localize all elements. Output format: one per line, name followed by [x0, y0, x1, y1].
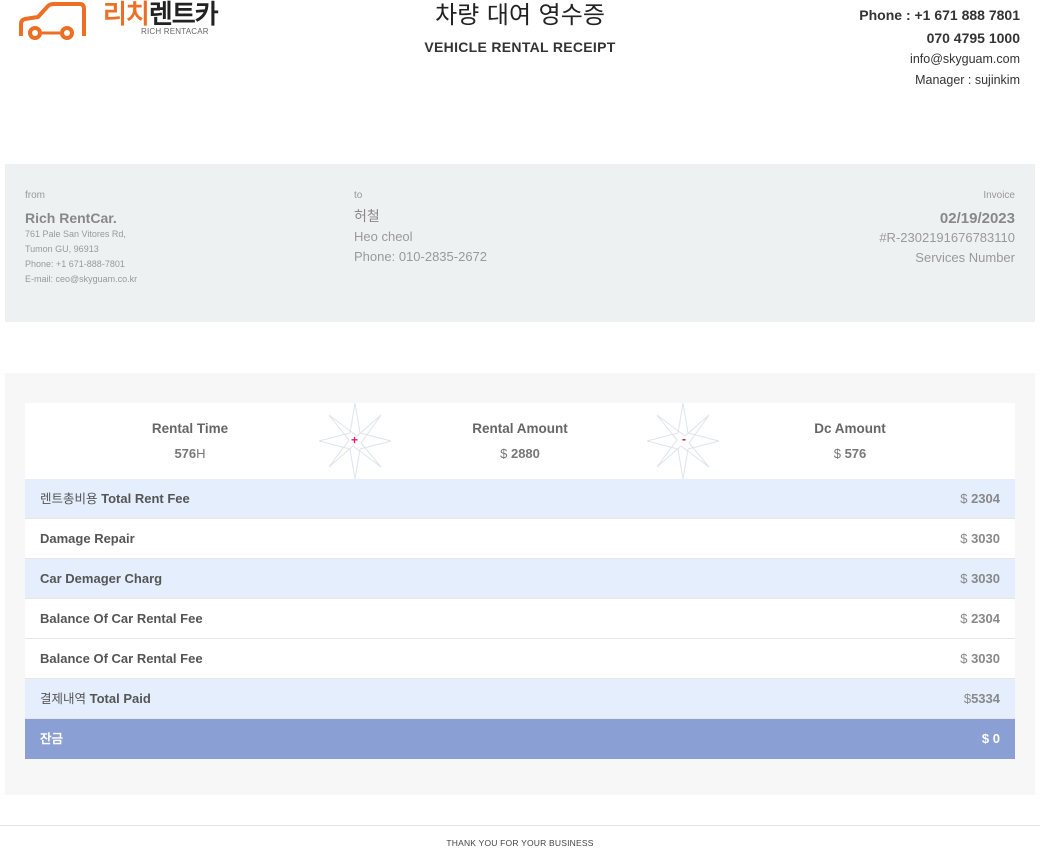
- row-label-english: Balance Of Car Rental Fee: [40, 651, 203, 666]
- contact-info: Phone : +1 671 888 7801 070 4795 1000 in…: [859, 6, 1020, 88]
- to-section: to 허철 Heo cheol Phone: 010-2835-2672: [354, 190, 487, 267]
- from-address-line1: 761 Pale San Vitores Rd,: [25, 229, 126, 239]
- table-row-car-damage-charge: Car Demager Charg $ 3030: [25, 559, 1015, 599]
- car-logo-icon: [19, 2, 86, 40]
- row-value: $ 3030: [960, 571, 1000, 587]
- from-address-line2: Tumon GU, 96913: [25, 244, 99, 254]
- row-value: $5334: [964, 691, 1000, 707]
- row-amount: 3030: [971, 651, 1000, 666]
- rental-amount-stat: Rental Amount $ 2880: [400, 421, 640, 462]
- row-label: 렌트총비용 Total Rent Fee: [40, 491, 190, 507]
- summary-card: Rental Time 576H + Rental Amount $ 2880 …: [25, 403, 1015, 479]
- row-amount: 3030: [971, 531, 1000, 546]
- dc-amount-currency: $: [833, 446, 841, 461]
- row-amount: 0: [992, 731, 1000, 746]
- invoice-number: #R-2302191676783110: [879, 230, 1015, 245]
- from-section: from Rich RentCar. 761 Pale San Vitores …: [25, 190, 137, 287]
- dc-amount-label: Dc Amount: [814, 421, 886, 436]
- row-amount: 3030: [971, 571, 1000, 586]
- row-value: $ 2304: [960, 611, 1000, 627]
- invoice-section: Invoice 02/19/2023 #R-2302191676783110 S…: [879, 190, 1015, 268]
- row-label: Balance Of Car Rental Fee: [40, 651, 203, 667]
- plus-sign: +: [351, 433, 359, 447]
- table-row-total-paid: 결제내역 Total Paid $5334: [25, 679, 1015, 719]
- invoice-services-label: Services Number: [915, 250, 1015, 265]
- invoice-date: 02/19/2023: [939, 210, 1015, 227]
- row-amount: 2304: [971, 491, 1000, 506]
- row-amount: 5334: [971, 691, 1000, 706]
- minus-sign: -: [682, 432, 686, 446]
- table-row-balance-due: 잔금 $ 0: [25, 719, 1015, 759]
- row-label: 잔금: [40, 731, 63, 747]
- row-currency: $: [981, 731, 990, 746]
- row-label-english: Car Demager Charg: [40, 571, 163, 586]
- footer-divider: [0, 825, 1040, 826]
- table-row-damage-repair: Damage Repair $ 3030: [25, 519, 1015, 559]
- rental-amount-value: $ 2880: [400, 446, 640, 462]
- row-value: $ 2304: [960, 491, 1000, 507]
- rental-time-stat: Rental Time 576H: [70, 421, 310, 462]
- dc-amount-number: 576: [844, 446, 867, 461]
- row-label: Damage Repair: [40, 531, 135, 547]
- dc-amount-stat: Dc Amount $ 576: [730, 421, 970, 462]
- rental-time-value: 576H: [70, 446, 310, 462]
- to-label: to: [354, 190, 363, 201]
- table-row-balance-rental-fee: Balance Of Car Rental Fee $ 2304: [25, 599, 1015, 639]
- rental-summary: Rental Time 576H + Rental Amount $ 2880 …: [5, 373, 1035, 795]
- receipt-title: 차량 대여 영수증 VEHICLE RENTAL RECEIPT: [320, 0, 720, 55]
- row-label-english: Total Rent Fee: [101, 491, 190, 506]
- row-value: $ 3030: [960, 531, 1000, 547]
- dc-amount-value: $ 576: [730, 446, 970, 462]
- to-phone: Phone: 010-2835-2672: [354, 249, 488, 264]
- rental-amount-number: 2880: [510, 446, 540, 461]
- row-currency: $: [960, 611, 968, 626]
- row-value: $ 0: [982, 731, 1000, 747]
- logo-text-colored: 리치: [103, 0, 150, 30]
- table-row-total-rent-fee: 렌트총비용 Total Rent Fee $ 2304: [25, 479, 1015, 519]
- row-label-english: Damage Repair: [40, 531, 135, 546]
- fee-table: 렌트총비용 Total Rent Fee $ 2304 Damage Repai…: [25, 479, 1015, 759]
- title-korean: 차량 대여 영수증: [435, 1, 605, 29]
- to-name-english: Heo cheol: [354, 229, 413, 244]
- row-label-korean: 잔금: [40, 731, 64, 746]
- table-row-balance-rental-fee: Balance Of Car Rental Fee $ 3030: [25, 639, 1015, 679]
- row-label-korean: 렌트총비용: [40, 491, 98, 506]
- logo: 리치렌트카 RICH RENTACAR: [18, 0, 223, 44]
- row-label-korean: 결제내역: [40, 691, 87, 706]
- billing-info-panel: from Rich RentCar. 761 Pale San Vitores …: [5, 164, 1035, 322]
- rental-amount-currency: $: [500, 446, 508, 461]
- row-label-english: Total Paid: [89, 691, 151, 706]
- logo-text-dark: 렌트카: [148, 0, 219, 30]
- rental-time-number: 576: [174, 446, 197, 461]
- from-label: from: [25, 190, 45, 201]
- contact-phone-primary: Phone : +1 671 888 7801: [859, 7, 1020, 23]
- row-label: Car Demager Charg: [40, 571, 162, 587]
- title-english: VEHICLE RENTAL RECEIPT: [424, 39, 616, 55]
- row-currency: $: [960, 571, 968, 586]
- from-company-name: Rich RentCar.: [25, 210, 117, 226]
- footer-thanks: THANK YOU FOR YOUR BUSINESS: [446, 838, 594, 848]
- rental-time-unit: H: [196, 446, 206, 461]
- row-currency: $: [960, 531, 968, 546]
- invoice-label: Invoice: [983, 190, 1015, 201]
- rental-time-label: Rental Time: [151, 421, 229, 436]
- row-currency: $: [963, 691, 972, 706]
- row-currency: $: [960, 491, 968, 506]
- contact-email[interactable]: info@skyguam.com: [859, 51, 1020, 67]
- to-name-korean: 허철: [354, 209, 380, 225]
- row-label: 결제내역 Total Paid: [40, 691, 151, 707]
- row-label-english: Balance Of Car Rental Fee: [40, 611, 203, 626]
- row-currency: $: [960, 651, 968, 666]
- row-value: $ 3030: [960, 651, 1000, 667]
- contact-manager: Manager : sujinkim: [915, 73, 1020, 87]
- from-email: E-mail: ceo@skyguam.co.kr: [25, 274, 138, 284]
- logo-text: 리치렌트카: [103, 0, 219, 30]
- from-phone: Phone: +1 671-888-7801: [25, 259, 125, 269]
- rental-amount-label: Rental Amount: [472, 421, 568, 436]
- logo-subtitle: RICH RENTACAR: [141, 27, 209, 36]
- row-amount: 2304: [971, 611, 1000, 626]
- row-label: Balance Of Car Rental Fee: [40, 611, 203, 627]
- contact-phone-secondary: 070 4795 1000: [926, 30, 1020, 46]
